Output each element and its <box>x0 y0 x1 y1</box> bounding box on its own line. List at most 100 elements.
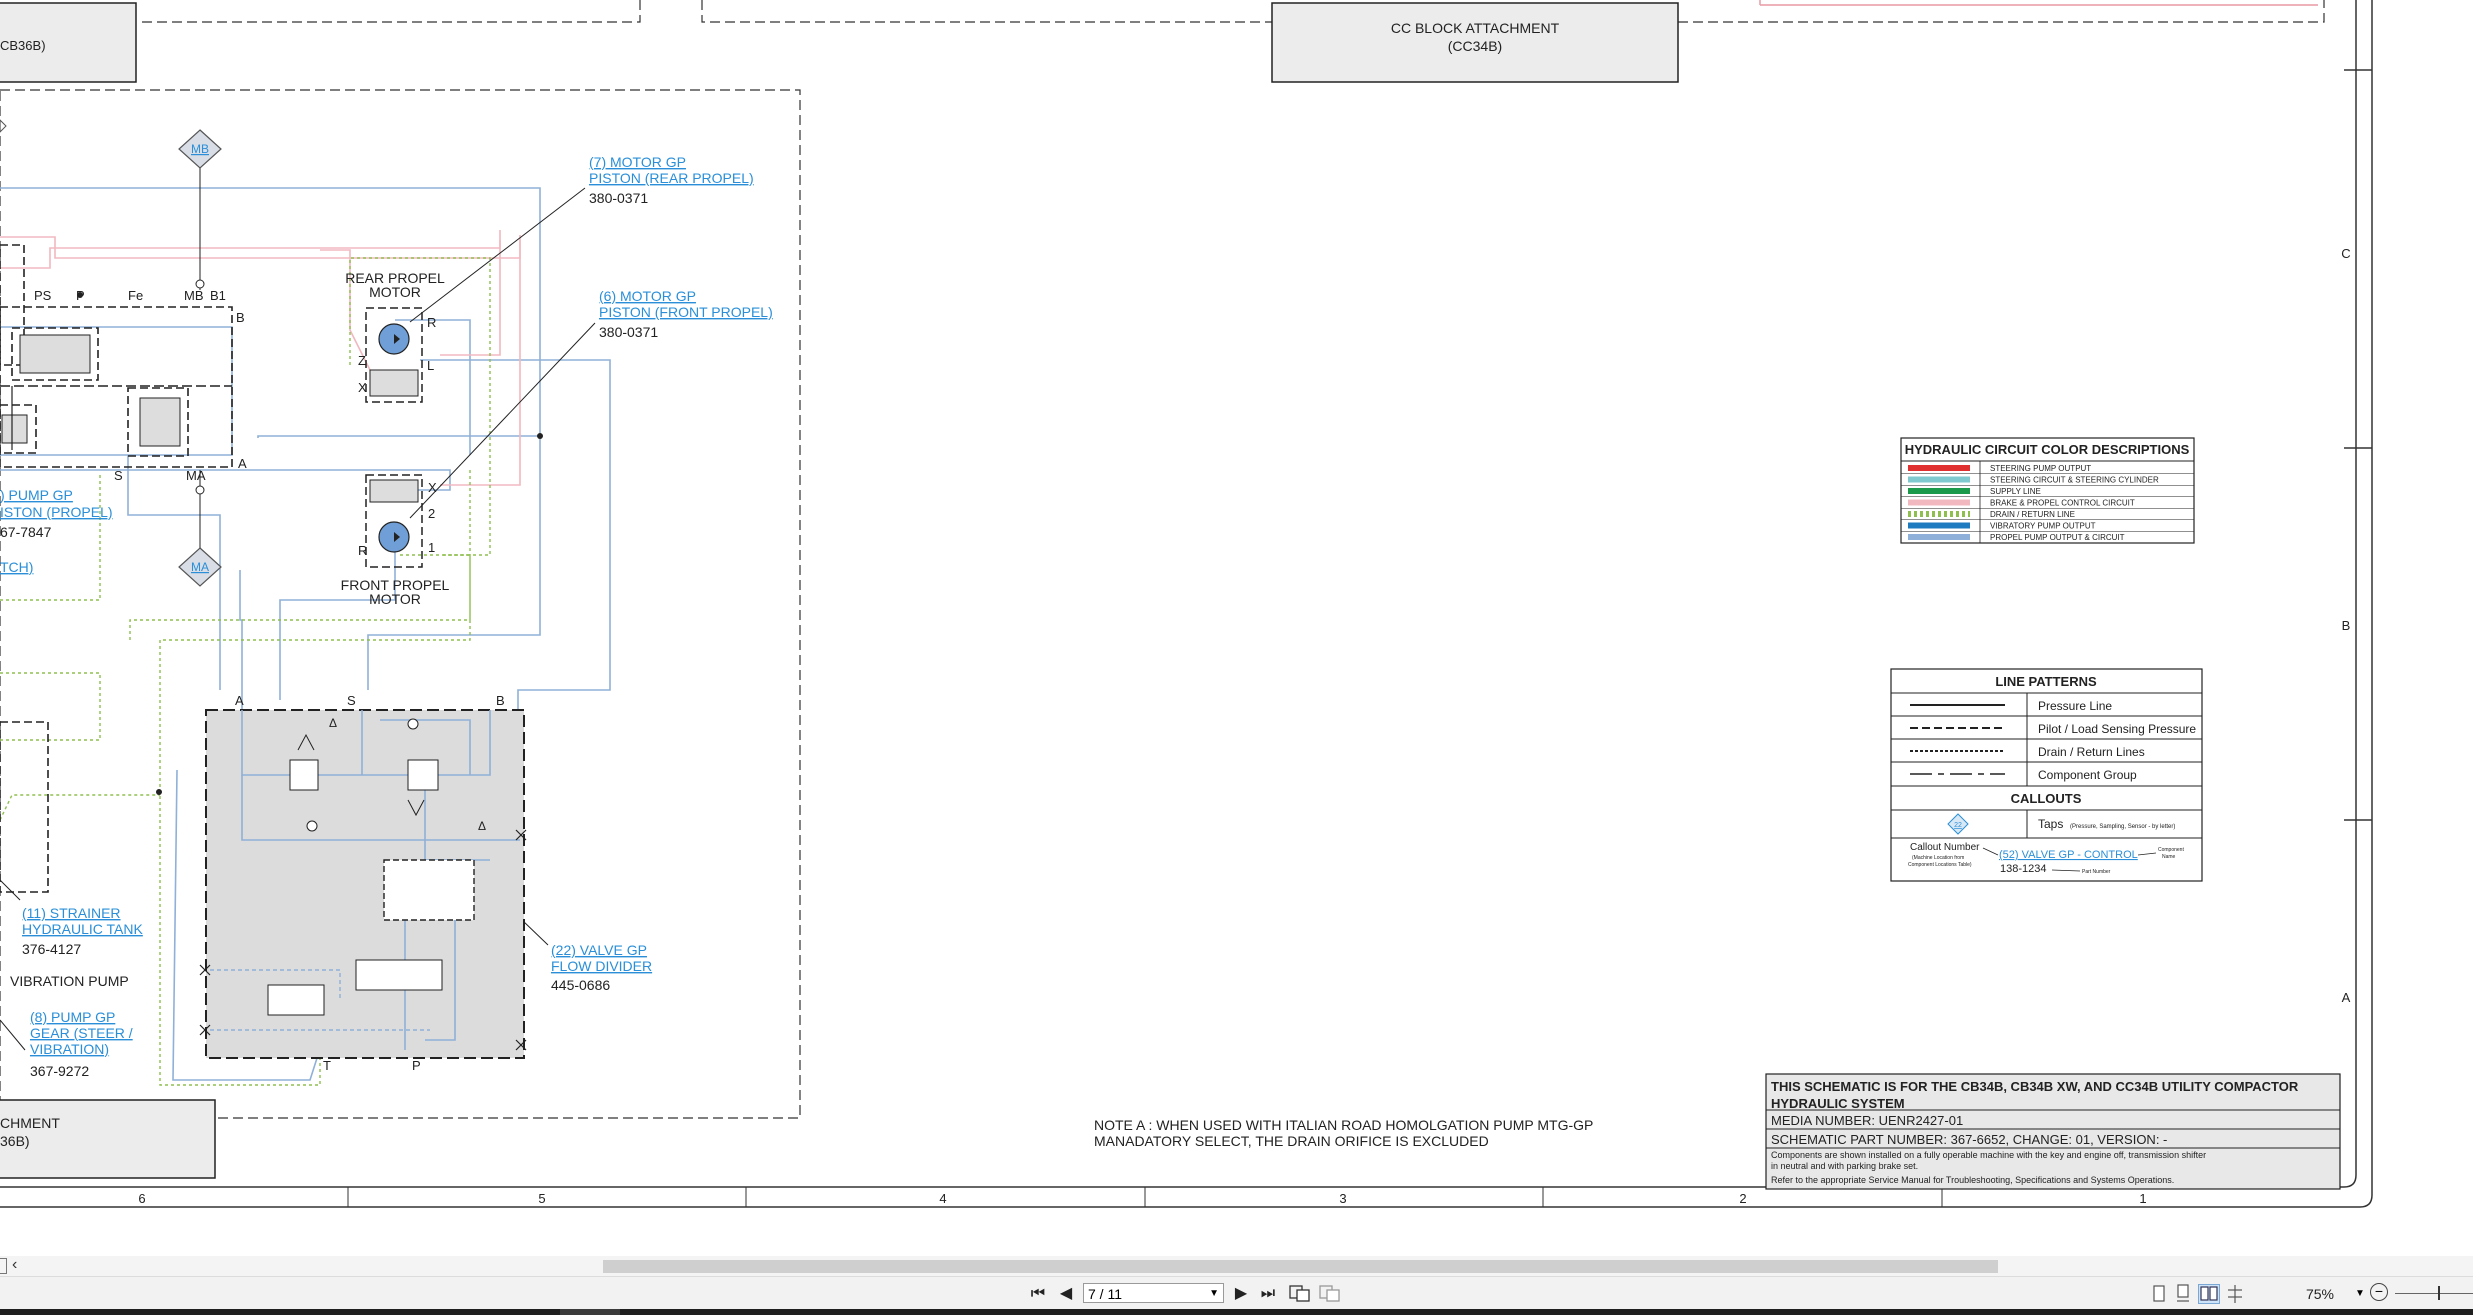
color-legend-title: HYDRAULIC CIRCUIT COLOR DESCRIPTIONS <box>1905 442 2190 457</box>
page-number-value: 7 / 11 <box>1088 1286 1122 1302</box>
facing-view-icon[interactable] <box>2198 1284 2220 1304</box>
callout-11-line2[interactable]: HYDRAULIC TANK <box>22 921 144 937</box>
component-name-label1: Component <box>2158 847 2184 853</box>
callout-pump-part: 67-7847 <box>0 524 52 540</box>
note-a-line1: NOTE A : WHEN USED WITH ITALIAN ROAD HOM… <box>1094 1117 1593 1133</box>
tap-mb-label[interactable]: MB <box>191 142 209 156</box>
callout-pump-line1[interactable]: ) PUMP GP <box>0 487 73 503</box>
continuous-facing-view-icon[interactable] <box>2224 1284 2246 1304</box>
pages-icon[interactable] <box>1318 1284 1342 1304</box>
chevron-down-icon: ▼ <box>1209 1288 1219 1299</box>
attachment-box-top-label: CB36B) <box>0 38 46 53</box>
zone-row-c: C <box>2341 246 2350 261</box>
scrollbar-thumb[interactable] <box>603 1260 1998 1273</box>
front-port-x: X <box>428 480 437 495</box>
zone-col-3: 3 <box>1339 1191 1346 1206</box>
callout-pump-line2[interactable]: ISTON (PROPEL) <box>0 504 113 520</box>
zone-row-b: B <box>2342 618 2351 633</box>
callout-7-part: 380-0371 <box>589 190 648 206</box>
callout-11-line1[interactable]: (11) STRAINER <box>22 905 121 921</box>
rear-motor-line2: MOTOR <box>369 284 421 300</box>
line-patterns-title: LINE PATTERNS <box>1995 674 2097 689</box>
zone-col-1: 1 <box>2139 1191 2146 1206</box>
color-legend-label: BRAKE & PROPEL CONTROL CIRCUIT <box>1990 499 2135 508</box>
callout-7-line2[interactable]: PISTON (REAR PROPEL) <box>589 170 754 186</box>
zone-col-5: 5 <box>538 1191 545 1206</box>
previous-page-icon[interactable]: ◀ <box>1057 1284 1075 1304</box>
callout-11-part: 376-4127 <box>22 941 81 957</box>
last-page-icon[interactable]: ⏭ <box>1258 1284 1278 1304</box>
cc-block-line2: (CC34B) <box>1448 38 1502 54</box>
color-legend-label: STEERING CIRCUIT & STEERING CYLINDER <box>1990 476 2159 485</box>
title-note3: Refer to the appropriate Service Manual … <box>1771 1175 2174 1185</box>
color-legend-label: STEERING PUMP OUTPUT <box>1990 464 2091 473</box>
title-note2: in neutral and with parking brake set. <box>1771 1161 1918 1171</box>
rear-port-x: X <box>358 380 367 395</box>
page-number-select[interactable]: 7 / 11 ▼ <box>1083 1283 1224 1303</box>
propel-pump-symbols <box>1 334 181 447</box>
valve-port-b: B <box>496 693 505 708</box>
split-corner-icon <box>0 1258 7 1274</box>
callout-number-note2: Component Locations Table) <box>1908 862 1972 868</box>
color-legend-label: SUPPLY LINE <box>1990 487 2041 496</box>
zone-column-ticks <box>347 1187 1943 1207</box>
callout-22-line1[interactable]: (22) VALVE GP <box>551 942 647 958</box>
horizontal-scrollbar[interactable]: ‹ <box>0 1256 2473 1276</box>
callout-number-label: Callout Number <box>1910 842 1980 853</box>
zone-col-2: 2 <box>1739 1191 1746 1206</box>
color-legend: HYDRAULIC CIRCUIT COLOR DESCRIPTIONS STE… <box>1900 437 2195 544</box>
two-page-icon[interactable] <box>1288 1284 1312 1304</box>
tap-mb[interactable]: MB <box>178 129 222 290</box>
window-bottom-edge <box>0 1309 2473 1315</box>
color-legend-label: DRAIN / RETURN LINE <box>1990 510 2075 519</box>
color-legend-label: PROPEL PUMP OUTPUT & CIRCUIT <box>1990 533 2125 542</box>
callout-8-line3[interactable]: VIBRATION) <box>30 1041 109 1057</box>
valve-port-s: S <box>347 693 356 708</box>
callout-6-line2[interactable]: PISTON (FRONT PROPEL) <box>599 304 773 320</box>
callout-8-line2[interactable]: GEAR (STEER / <box>30 1025 133 1041</box>
callout-22-part: 445-0686 <box>551 977 610 993</box>
part-number-label: Part Number <box>2082 869 2111 875</box>
color-legend-label: VIBRATORY PUMP OUTPUT <box>1990 522 2096 531</box>
callouts-title: CALLOUTS <box>2011 791 2082 806</box>
zoom-dropdown-icon[interactable]: ▼ <box>2355 1284 2365 1304</box>
note-a-line2: MANADATORY SELECT, THE DRAIN ORIFICE IS … <box>1094 1133 1489 1149</box>
vibration-pump-label: VIBRATION PUMP <box>10 973 129 989</box>
rear-port-z: Z <box>358 353 366 368</box>
continuous-view-icon[interactable] <box>2172 1284 2194 1304</box>
zone-row-a: A <box>2342 990 2351 1005</box>
zoom-slider-handle[interactable] <box>2438 1286 2440 1300</box>
zoom-level[interactable]: 75% <box>2290 1284 2350 1304</box>
taps-label: Taps <box>2038 817 2063 831</box>
line-patterns-legend: LINE PATTERNS Pressure Line Pilot / Load… <box>1890 668 2203 882</box>
zone-col-6: 6 <box>138 1191 145 1206</box>
attachment-box-bottom <box>0 1099 216 1179</box>
callout-8-line1[interactable]: (8) PUMP GP <box>30 1009 115 1025</box>
pattern-drain: Drain / Return Lines <box>2038 745 2145 759</box>
example-callout: (52) VALVE GP - CONTROL <box>1999 849 2138 861</box>
valve-delta-2: Δ <box>478 819 486 833</box>
next-page-icon[interactable]: ▶ <box>1232 1284 1250 1304</box>
callout-6-part: 380-0371 <box>599 324 658 340</box>
callout-tch[interactable]: TCH) <box>0 559 33 575</box>
callout-22-line2[interactable]: FLOW DIVIDER <box>551 958 652 974</box>
callout-7-line1[interactable]: (7) MOTOR GP <box>589 154 686 170</box>
component-name-label2: Name <box>2162 854 2176 860</box>
tap-ma[interactable]: MA <box>178 470 222 587</box>
single-page-view-icon[interactable] <box>2148 1284 2170 1304</box>
front-motor-line2: MOTOR <box>369 591 421 607</box>
callout-6-line1[interactable]: (6) MOTOR GP <box>599 288 696 304</box>
zoom-out-icon[interactable]: − <box>2370 1283 2388 1301</box>
tap-ma-label[interactable]: MA <box>191 560 209 574</box>
callout-8-part: 367-9272 <box>30 1063 89 1079</box>
scroll-left-icon[interactable]: ‹ <box>12 1256 17 1274</box>
valve-port-t: T <box>323 1058 331 1073</box>
port-a: A <box>238 456 247 471</box>
example-part: 138-1234 <box>2000 863 2047 875</box>
schematic-part-number: SCHEMATIC PART NUMBER: 367-6652, CHANGE:… <box>1771 1132 2167 1147</box>
zoom-slider[interactable] <box>2395 1293 2473 1294</box>
flow-divider-valve: A S B T P Δ Δ <box>199 693 527 1073</box>
valve-port-p: P <box>412 1058 421 1073</box>
front-port-r: R <box>358 543 367 558</box>
first-page-icon[interactable]: ⏮ <box>1028 1284 1048 1304</box>
